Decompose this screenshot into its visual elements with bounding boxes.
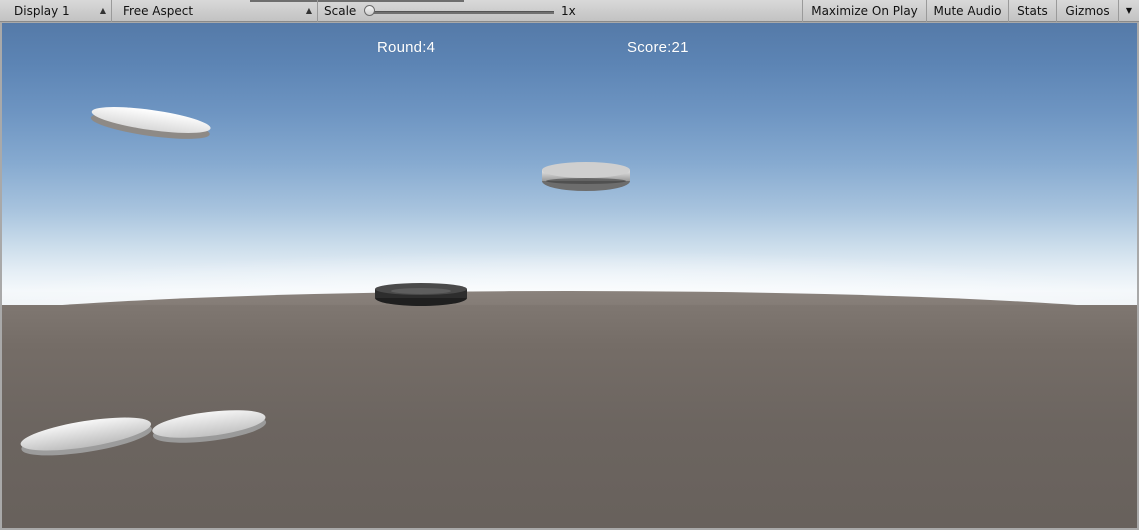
scale-slider-track[interactable] [368, 11, 554, 14]
round-counter: Round:4 [377, 39, 436, 56]
display-dropdown-label: Display 1 [14, 4, 70, 18]
gizmos-button[interactable]: Gizmos [1056, 0, 1118, 22]
gizmos-dropdown-arrow-icon[interactable]: ▼ [1118, 0, 1139, 22]
flying-disc[interactable] [148, 401, 270, 449]
flying-disc[interactable] [86, 93, 216, 149]
score-counter: Score:21 [627, 39, 689, 56]
game-viewport[interactable]: Round:4 Score:21 [2, 23, 1137, 528]
dropdown-arrows-icon: ▲ [305, 6, 312, 15]
maximize-on-play-button[interactable]: Maximize On Play [802, 0, 926, 22]
display-dropdown[interactable]: Display 1 ▲ [0, 0, 112, 22]
aspect-dropdown[interactable]: Free Aspect ▲ [112, 0, 318, 22]
stats-button[interactable]: Stats [1008, 0, 1056, 22]
game-view-toolbar: Display 1 ▲ Free Aspect ▲ Scale 1x Maxim… [0, 0, 1139, 22]
mute-audio-button[interactable]: Mute Audio [926, 0, 1008, 22]
flying-disc[interactable] [538, 157, 634, 197]
scale-slider-thumb[interactable] [364, 5, 375, 16]
aspect-dropdown-label: Free Aspect [123, 4, 194, 18]
flying-disc[interactable] [372, 279, 470, 309]
dropdown-arrows-icon: ▲ [99, 6, 106, 15]
flying-disc[interactable] [16, 409, 156, 461]
scale-label: Scale [324, 4, 357, 18]
scale-value: 1x [561, 4, 576, 18]
